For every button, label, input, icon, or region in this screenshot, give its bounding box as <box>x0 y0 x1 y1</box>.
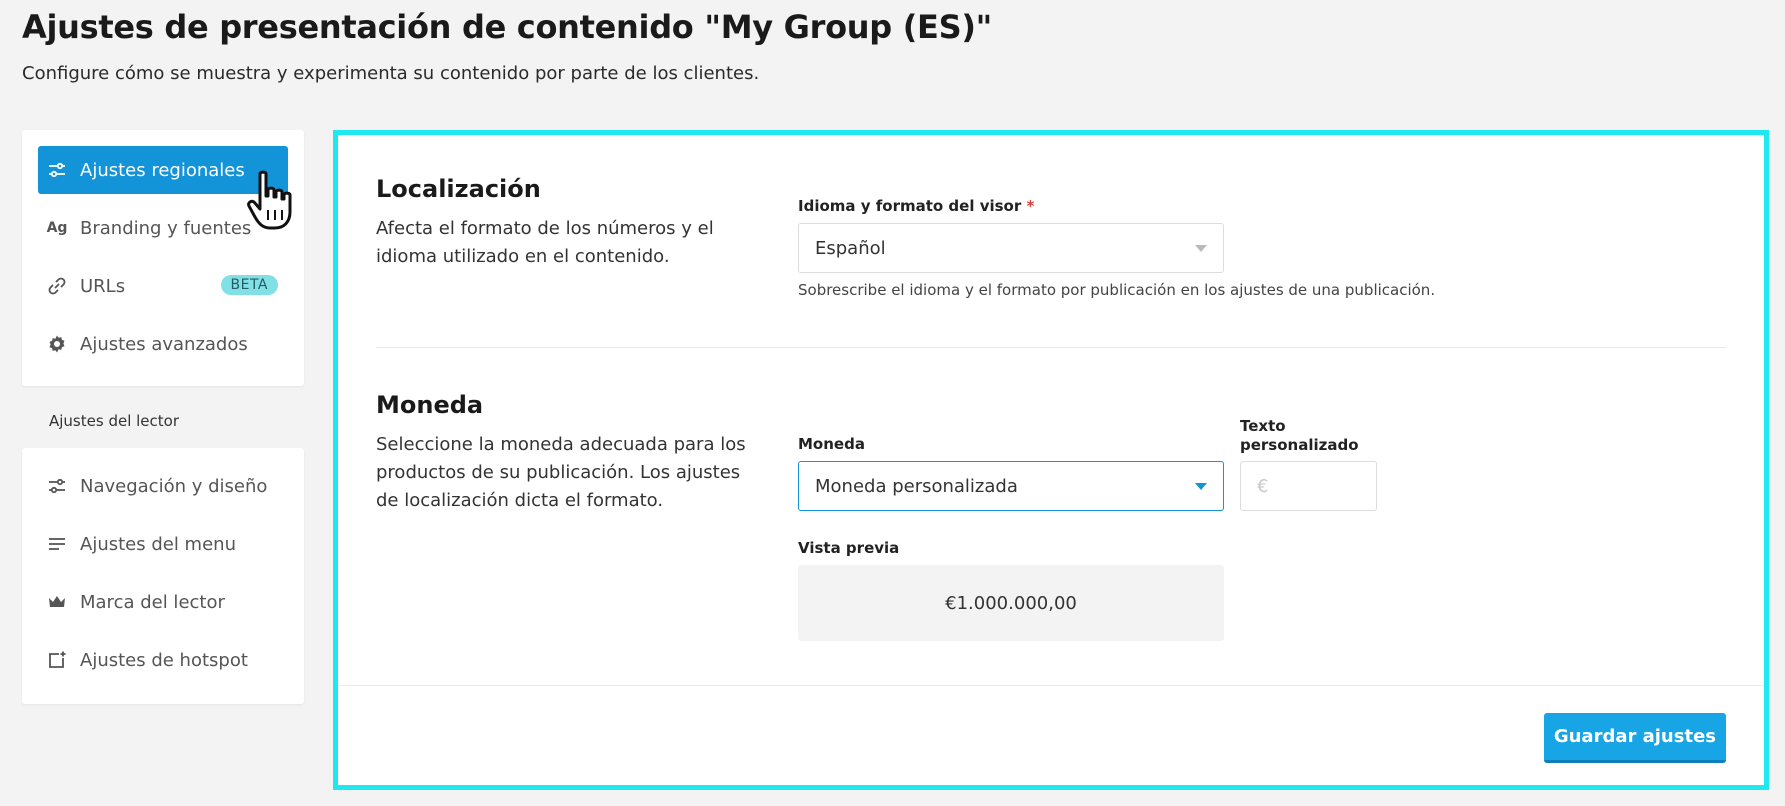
preview-value: €1.000.000,00 <box>945 592 1077 614</box>
crown-icon <box>46 591 68 613</box>
nav-item-label: Ajustes de hotspot <box>80 649 248 671</box>
settings-nav: Ajustes regionales Ag Branding y fuentes… <box>22 130 304 386</box>
select-value: Español <box>815 237 886 259</box>
nav-item-label: Navegación y diseño <box>80 475 268 497</box>
chevron-down-icon <box>1195 483 1207 490</box>
localization-description: Afecta el formato de los números y el id… <box>376 218 714 267</box>
footer-divider <box>338 685 1764 686</box>
currency-label: Moneda <box>798 435 865 453</box>
nav-item-regional-settings[interactable]: Ajustes regionales <box>38 146 288 194</box>
nav-item-hotspot-settings[interactable]: Ajustes de hotspot <box>38 636 288 684</box>
nav-item-label: Ajustes regionales <box>80 159 245 181</box>
viewer-language-label: Idioma y formato del visor * <box>798 197 1035 215</box>
currency-preview: €1.000.000,00 <box>798 565 1224 641</box>
nav-item-reader-brand[interactable]: Marca del lector <box>38 578 288 626</box>
menu-lines-icon <box>46 533 68 555</box>
page-title: Ajustes de presentación de contenido "My… <box>22 8 993 46</box>
viewer-language-select[interactable]: Español <box>798 223 1224 273</box>
currency-select[interactable]: Moneda personalizada <box>798 461 1224 511</box>
sliders-icon <box>46 475 68 497</box>
page-subtitle: Configure cómo se muestra y experimenta … <box>22 63 760 84</box>
preview-label: Vista previa <box>798 539 900 557</box>
hotspot-add-icon <box>46 649 68 671</box>
required-mark: * <box>1026 197 1035 215</box>
beta-badge: BETA <box>220 275 278 295</box>
custom-text-input[interactable] <box>1240 461 1377 511</box>
localization-helper-text: Sobrescribe el idioma y el formato por p… <box>798 281 1436 299</box>
nav-item-label: Ajustes del menu <box>80 533 236 555</box>
nav-item-navigation-design[interactable]: Navegación y diseño <box>38 462 288 510</box>
currency-heading: Moneda <box>376 391 484 419</box>
nav-item-label: Ajustes avanzados <box>80 333 248 355</box>
nav-item-branding-fonts[interactable]: Ag Branding y fuentes <box>38 204 288 252</box>
reader-settings-nav: Navegación y diseño Ajustes del menu Mar… <box>22 448 304 704</box>
nav-item-menu-settings[interactable]: Ajustes del menu <box>38 520 288 568</box>
nav-item-label: Branding y fuentes <box>80 217 252 239</box>
reader-settings-label: Ajustes del lector <box>49 412 179 430</box>
nav-item-advanced-settings[interactable]: Ajustes avanzados <box>38 320 288 368</box>
custom-text-label: Texto personalizado <box>1240 417 1359 454</box>
chevron-down-icon <box>1195 245 1207 252</box>
save-settings-button[interactable]: Guardar ajustes <box>1543 713 1726 763</box>
localization-heading: Localización <box>376 175 541 203</box>
nav-item-label: Marca del lector <box>80 591 225 613</box>
section-divider <box>376 347 1726 348</box>
regional-settings-panel: Localización Afecta el formato de los nú… <box>333 130 1769 790</box>
link-icon <box>46 275 68 297</box>
typography-icon: Ag <box>46 220 68 236</box>
select-value: Moneda personalizada <box>815 475 1018 497</box>
sliders-icon <box>46 159 68 181</box>
nav-item-urls[interactable]: URLs BETA <box>38 262 288 310</box>
currency-description: Seleccione la moneda adecuada para los p… <box>376 434 746 511</box>
nav-item-label: URLs <box>80 275 126 297</box>
gear-icon <box>46 333 68 355</box>
